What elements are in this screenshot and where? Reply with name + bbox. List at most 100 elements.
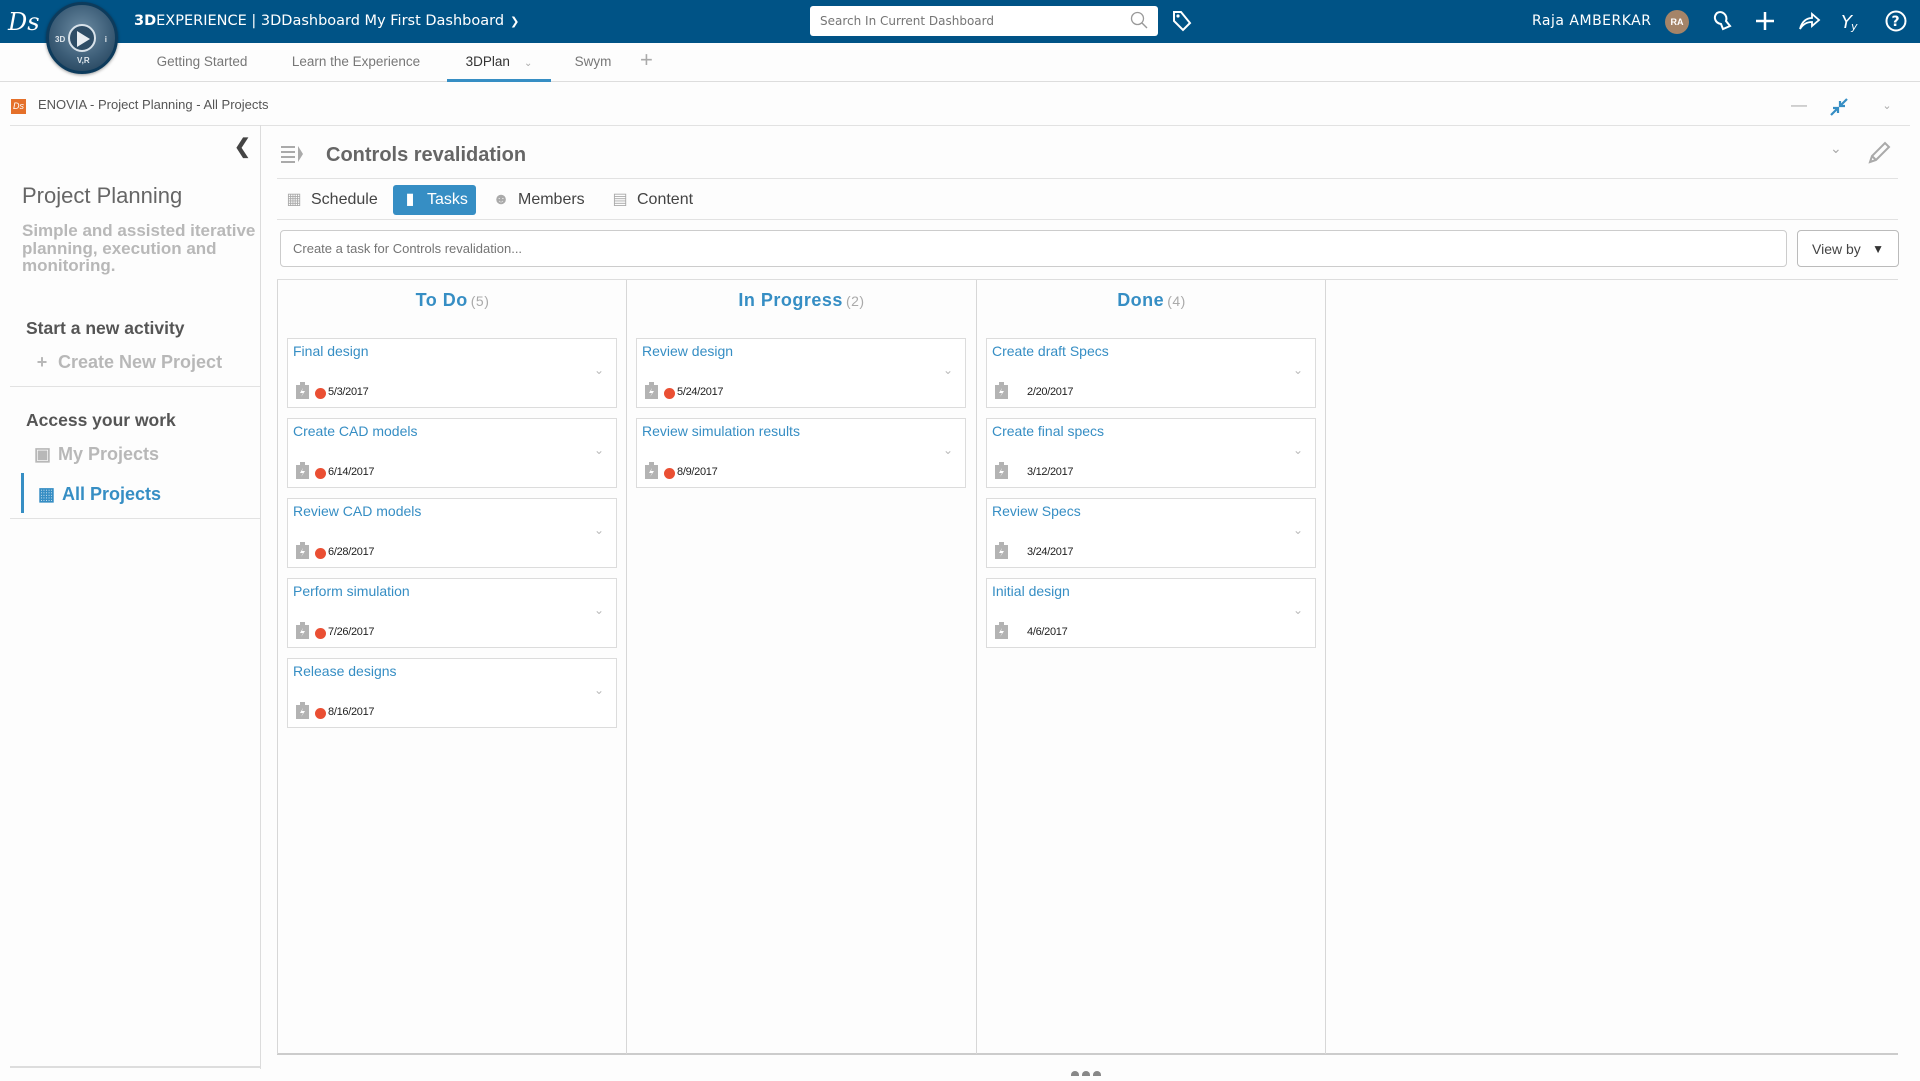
minimize-icon[interactable]: — [1787,92,1811,120]
chevron-down-icon[interactable]: ⌄ [594,603,604,617]
create-task-input[interactable] [280,230,1787,267]
task-clipboard-icon [296,622,309,639]
column-header: To Do (5) [415,290,490,310]
active-indicator [21,473,24,513]
chevron-down-icon[interactable]: ⌄ [594,523,604,537]
compass-icon[interactable]: 3D i V,R [46,2,118,74]
task-name[interactable]: Review simulation results [642,423,800,439]
chevron-down-icon[interactable]: ⌄ [1830,140,1842,157]
user-name[interactable]: Raja AMBERKAR [1532,0,1652,43]
late-status-dot [664,388,675,399]
tab-schedule[interactable]: ▦ Schedule [277,185,386,215]
search-icon[interactable] [1130,11,1148,29]
task-card[interactable]: Initial design ⌄ 4/6/2017 [986,578,1316,648]
late-status-dot [315,468,326,479]
sidebar-item-all-projects[interactable]: ▦ All Projects [38,484,161,505]
chevron-down-icon[interactable]: ⌄ [1293,523,1303,537]
tag-icon[interactable] [1170,9,1194,33]
tab-swym[interactable]: Swym [562,43,624,82]
toggle-panel-icon[interactable] [279,143,305,167]
add-icon[interactable] [1753,9,1777,33]
task-name[interactable]: Release designs [293,663,397,679]
widget-menu-chevron-icon[interactable]: ⌄ [1875,92,1899,120]
chevron-down-icon[interactable]: ⌄ [1293,603,1303,617]
tab-content[interactable]: ▤ Content [603,185,701,215]
tab-3dplan[interactable]: 3DPlan ⌄ [447,43,551,82]
kanban-board: To Do (5) Final design ⌄ 5/3/2017 Create CAD… [277,279,1898,1055]
help-icon[interactable]: ? [1884,9,1908,33]
task-card[interactable]: Review Specs ⌄ 3/24/2017 [986,498,1316,568]
more-handle-icon[interactable] [1071,1063,1107,1076]
search-box[interactable] [810,6,1158,36]
chevron-down-icon[interactable]: ❯ [510,0,519,43]
task-name[interactable]: Review Specs [992,503,1081,519]
tab-learn-the-experience[interactable]: Learn the Experience [278,43,434,82]
chevron-down-icon[interactable]: ⌄ [943,363,953,377]
column-in-progress: In Progress (2) Review design ⌄ 5/24/2017 Re… [626,280,976,1054]
task-card[interactable]: Final design ⌄ 5/3/2017 [287,338,617,408]
task-due-date: 5/3/2017 [328,386,369,398]
column-done: Done (4) Create draft Specs ⌄ 2/20/2017 Crea… [976,280,1326,1054]
svg-text:?: ? [1892,14,1900,30]
divider [10,386,260,387]
calendar-icon: ▦ [286,191,302,208]
collapse-window-icon[interactable] [1830,98,1848,116]
task-clipboard-icon [296,382,309,399]
task-clipboard-icon [995,542,1008,559]
tab-tasks[interactable]: ▮ Tasks [393,185,476,215]
task-card[interactable]: Release designs ⌄ 8/16/2017 [287,658,617,728]
task-name[interactable]: Initial design [992,583,1070,599]
edit-pencil-icon[interactable] [1866,140,1892,166]
chevron-down-icon[interactable]: ⌄ [1293,443,1303,457]
chevron-down-icon[interactable]: ⌄ [594,363,604,377]
task-name[interactable]: Create CAD models [293,423,418,439]
task-card[interactable]: Review design ⌄ 5/24/2017 [636,338,966,408]
chevron-down-icon[interactable]: ⌄ [524,58,532,69]
task-name[interactable]: Create final specs [992,423,1104,439]
search-input[interactable] [810,6,1110,36]
divider [277,219,1898,220]
column-header: Done (4) [1117,290,1186,310]
task-name[interactable]: Perform simulation [293,583,410,599]
task-due-date: 4/6/2017 [1027,626,1068,638]
task-name[interactable]: Review CAD models [293,503,421,519]
late-status-dot [315,548,326,559]
dassault-logo-icon[interactable]: Ds [6,4,40,38]
tab-getting-started[interactable]: Getting Started [140,43,264,82]
task-card[interactable]: Create final specs ⌄ 3/12/2017 [986,418,1316,488]
task-name[interactable]: Final design [293,343,369,359]
add-tab-icon[interactable]: + [640,49,653,71]
collapse-sidebar-icon[interactable]: ❮ [234,134,251,159]
task-card[interactable]: Create draft Specs ⌄ 2/20/2017 [986,338,1316,408]
task-card[interactable]: Review simulation results ⌄ 8/9/2017 [636,418,966,488]
task-card[interactable]: Review CAD models ⌄ 6/28/2017 [287,498,617,568]
task-name[interactable]: Create draft Specs [992,343,1109,359]
create-new-project-button[interactable]: + Create New Project [34,352,222,373]
view-by-dropdown[interactable]: View by ▼ [1797,230,1899,267]
task-card[interactable]: Create CAD models ⌄ 6/14/2017 [287,418,617,488]
notifications-icon[interactable] [1710,9,1734,33]
column-header: In Progress (2) [738,290,865,310]
section-access-your-work: Access your work [26,410,176,430]
chevron-down-icon[interactable]: ⌄ [1293,363,1303,377]
column-to-do: To Do (5) Final design ⌄ 5/3/2017 Create CAD… [277,280,627,1054]
tab-members[interactable]: ☻ Members [484,185,593,215]
sidebar-item-my-projects[interactable]: ▣ My Projects [34,444,159,465]
dashboard-tab-bar: Getting Started Learn the Experience 3DP… [0,43,1920,82]
column-empty [1325,280,1898,1054]
task-card[interactable]: Perform simulation ⌄ 7/26/2017 [287,578,617,648]
task-name[interactable]: Review design [642,343,733,359]
chevron-down-icon[interactable]: ⌄ [594,443,604,457]
caret-down-icon: ▼ [1872,242,1884,256]
all-projects-icon: ▦ [38,484,56,504]
chevron-down-icon[interactable]: ⌄ [943,443,953,457]
community-icon[interactable]: Yy [1840,9,1864,33]
task-clipboard-icon [995,382,1008,399]
breadcrumb: ENOVIA - Project Planning - All Projects [38,97,269,112]
app-title[interactable]: 3DEXPERIENCE | 3DDashboard My First Dash… [134,0,519,43]
chevron-down-icon[interactable]: ⌄ [594,683,604,697]
avatar[interactable]: RA [1665,10,1689,34]
task-clipboard-icon [995,622,1008,639]
share-icon[interactable] [1797,9,1821,33]
top-bar: Ds 3DEXPERIENCE | 3DDashboard My First D… [0,0,1920,43]
